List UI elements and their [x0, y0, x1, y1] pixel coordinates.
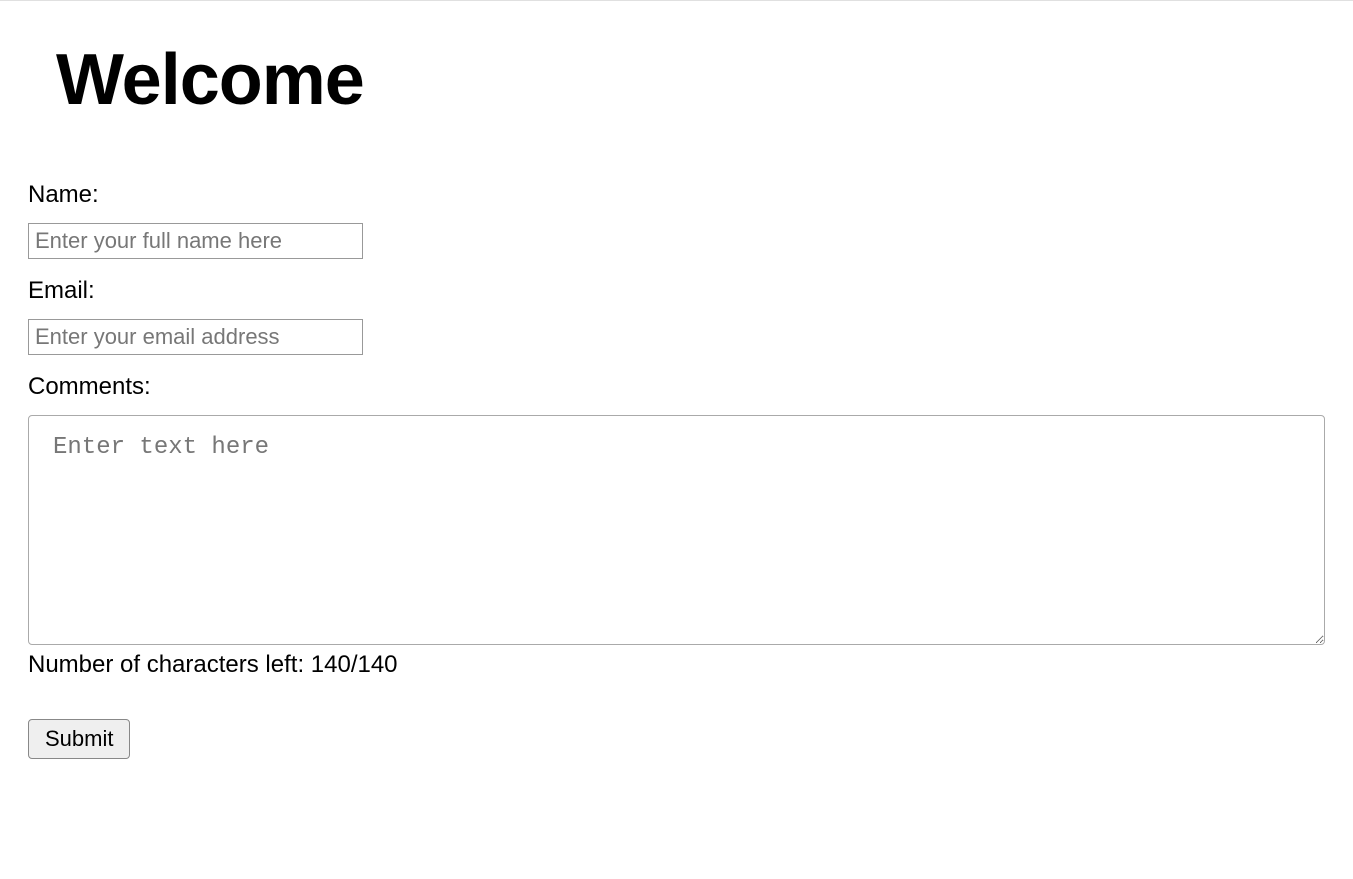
email-input[interactable] — [28, 319, 363, 355]
char-count-text: Number of characters left: 140/140 — [28, 651, 1325, 679]
comments-group: Comments: Number of characters left: 140… — [28, 373, 1325, 679]
email-label: Email: — [28, 277, 1325, 305]
submit-button[interactable]: Submit — [28, 719, 130, 759]
name-group: Name: — [28, 181, 1325, 259]
name-input[interactable] — [28, 223, 363, 259]
comments-label: Comments: — [28, 373, 1325, 401]
page-title: Welcome — [56, 39, 1325, 121]
name-label: Name: — [28, 181, 1325, 209]
welcome-form: Name: Email: Comments: Number of charact… — [28, 181, 1325, 759]
email-group: Email: — [28, 277, 1325, 355]
comments-textarea[interactable] — [28, 415, 1325, 645]
